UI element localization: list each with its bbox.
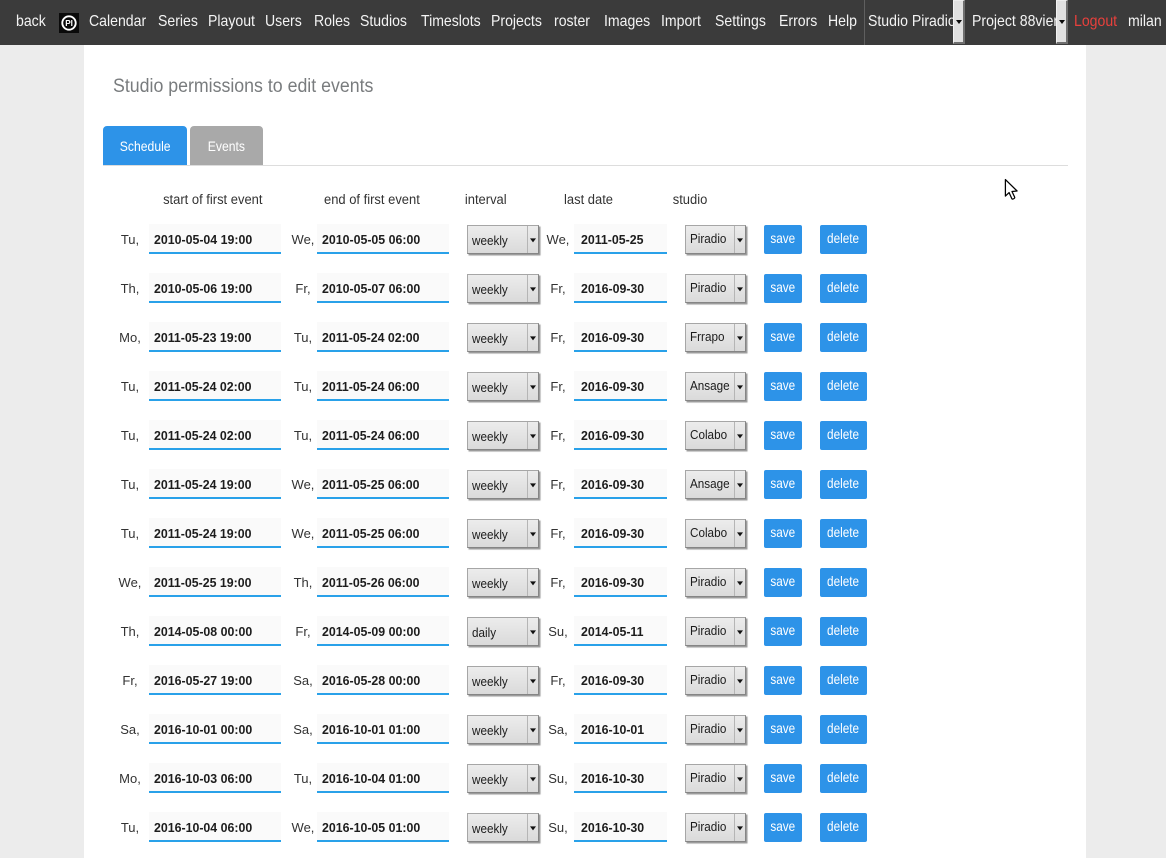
svg-text:PI: PI — [65, 19, 73, 28]
